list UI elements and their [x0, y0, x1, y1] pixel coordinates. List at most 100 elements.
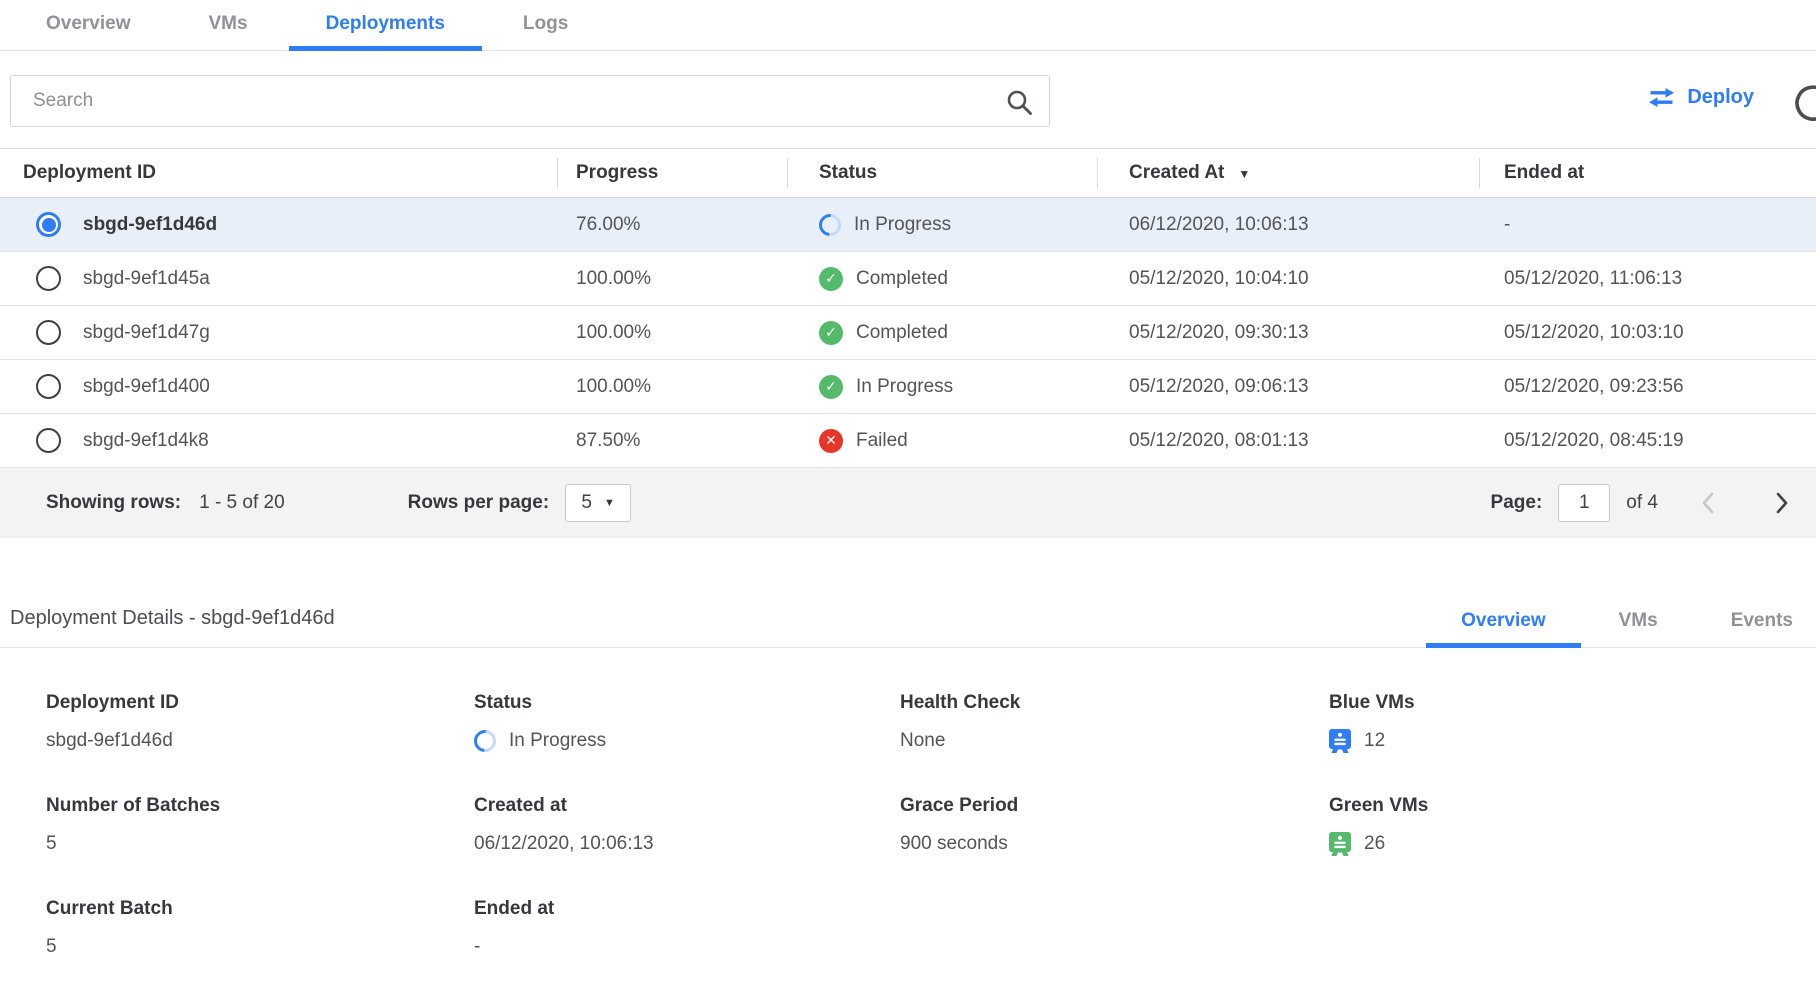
- row-radio[interactable]: [36, 428, 61, 453]
- details-grid: Deployment ID sbgd-9ef1d46dStatus In Progr…: [0, 692, 1816, 960]
- details-title: Deployment Details - sbgd-9ef1d46d: [10, 607, 335, 647]
- deployment-id: sbgd-9ef1d46d: [83, 214, 217, 236]
- deploy-button[interactable]: Deploy: [1648, 86, 1754, 109]
- details-tab-vms[interactable]: VMs: [1619, 610, 1658, 647]
- rows-per-page-value: 5: [581, 492, 592, 514]
- ended-at-value: 05/12/2020, 09:23:56: [1479, 376, 1816, 398]
- chevron-down-icon: ▼: [604, 497, 615, 509]
- tab-deployments[interactable]: Deployments: [289, 13, 482, 51]
- in-progress-spinner-icon: [815, 209, 846, 240]
- status-label: In Progress: [854, 214, 951, 236]
- detail-value: 26: [1364, 833, 1385, 855]
- next-page-icon[interactable]: [1774, 491, 1790, 515]
- tab-logs[interactable]: Logs: [523, 13, 568, 50]
- details-tab-bar: OverviewVMsEvents: [1461, 610, 1816, 647]
- detail-value: 12: [1364, 730, 1385, 752]
- created-at-value: 05/12/2020, 08:01:13: [1097, 430, 1479, 452]
- page-total: of 4: [1626, 492, 1658, 514]
- status-label: Completed: [856, 268, 948, 290]
- showing-rows-label: Showing rows:: [46, 492, 181, 514]
- status-label: In Progress: [856, 376, 953, 398]
- deployment-id: sbgd-9ef1d45a: [83, 268, 210, 290]
- detail-label: Blue VMs: [1329, 692, 1816, 714]
- sort-desc-icon: ▼: [1238, 167, 1250, 181]
- ended-at-value: 05/12/2020, 08:45:19: [1479, 430, 1816, 452]
- refresh-icon[interactable]: [1793, 82, 1816, 122]
- column-header-ended-at: Ended at: [1479, 162, 1816, 184]
- deployment-id: sbgd-9ef1d47g: [83, 322, 210, 344]
- green-vm-icon: [1329, 832, 1351, 857]
- row-radio[interactable]: [36, 266, 61, 291]
- column-header-progress: Progress: [557, 162, 787, 184]
- detail-field-current-batch: Current Batch 5: [46, 898, 474, 960]
- ended-at-value: -: [1479, 214, 1816, 236]
- detail-value: 5: [46, 833, 57, 855]
- progress-value: 87.50%: [557, 430, 787, 452]
- detail-value: 900 seconds: [900, 833, 1008, 855]
- top-tab-bar: Overview VMs Deployments Logs: [0, 0, 1816, 51]
- created-at-value: 06/12/2020, 10:06:13: [1097, 214, 1479, 236]
- failed-x-icon: ✕: [819, 429, 843, 453]
- table-row[interactable]: sbgd-9ef1d47g 100.00%✓Completed05/12/2020…: [0, 306, 1816, 360]
- detail-field-grace-period: Grace Period900 seconds: [900, 795, 1329, 857]
- details-tab-overview[interactable]: Overview: [1426, 610, 1581, 648]
- status-cell: ✓Completed: [787, 321, 1097, 345]
- detail-field-deployment-id: Deployment ID sbgd-9ef1d46d: [46, 692, 474, 754]
- table-row[interactable]: sbgd-9ef1d46d76.00%In Progress06/12/2020…: [0, 198, 1816, 252]
- detail-field-blue-vms: Blue VMs 12: [1329, 692, 1816, 754]
- status-label: Completed: [856, 322, 948, 344]
- detail-label: Number of Batches: [46, 795, 474, 817]
- created-at-value: 05/12/2020, 10:04:10: [1097, 268, 1479, 290]
- deployment-id-cell: sbgd-9ef1d47g: [0, 320, 557, 345]
- detail-value-row: 12: [1329, 728, 1816, 754]
- deployment-id-cell: sbgd-9ef1d45a: [0, 266, 557, 291]
- table-row[interactable]: sbgd-9ef1d400100.00%✓In Progress05/12/20…: [0, 360, 1816, 414]
- detail-label: Current Batch: [46, 898, 474, 920]
- row-radio[interactable]: [36, 320, 61, 345]
- detail-value-row: In Progress: [474, 728, 900, 754]
- row-radio[interactable]: [36, 374, 61, 399]
- table-header: Deployment ID Progress Status Created At…: [0, 148, 1816, 198]
- detail-label: Green VMs: [1329, 795, 1816, 817]
- detail-value-row: 5: [46, 934, 474, 960]
- search-box[interactable]: [10, 75, 1050, 127]
- detail-value: -: [474, 936, 480, 958]
- detail-field-status: Status In Progress: [474, 692, 900, 754]
- detail-value-row: None: [900, 728, 1329, 754]
- detail-value-row: 06/12/2020, 10:06:13: [474, 831, 900, 857]
- table-row[interactable]: sbgd-9ef1d4k887.50%✕Failed05/12/2020, 08…: [0, 414, 1816, 468]
- deployment-id-cell: sbgd-9ef1d400: [0, 374, 557, 399]
- table-body: sbgd-9ef1d46d76.00%In Progress06/12/2020…: [0, 198, 1816, 468]
- detail-field-number-of-batches: Number of Batches 5: [46, 795, 474, 857]
- detail-field-health-check: Health CheckNone: [900, 692, 1329, 754]
- table-row[interactable]: sbgd-9ef1d45a100.00%✓Completed05/12/2020…: [0, 252, 1816, 306]
- status-cell: ✓Completed: [787, 267, 1097, 291]
- deploy-arrows-icon: [1648, 87, 1675, 108]
- deployments-table: Deployment ID Progress Status Created At…: [0, 148, 1816, 538]
- column-header-created-at[interactable]: Created At▼: [1097, 162, 1479, 184]
- tab-overview[interactable]: Overview: [46, 13, 131, 50]
- deployment-id-cell: sbgd-9ef1d46d: [0, 212, 557, 237]
- detail-value: 5: [46, 936, 57, 958]
- tab-vms[interactable]: VMs: [209, 13, 248, 50]
- details-tab-events[interactable]: Events: [1731, 610, 1793, 647]
- ended-at-value: 05/12/2020, 11:06:13: [1479, 268, 1816, 290]
- detail-value-row: sbgd-9ef1d46d: [46, 728, 474, 754]
- progress-value: 100.00%: [557, 322, 787, 344]
- prev-page-icon[interactable]: [1700, 491, 1716, 515]
- blue-vm-icon: [1329, 729, 1351, 754]
- rows-per-page-select[interactable]: 5 ▼: [565, 484, 631, 522]
- detail-field-green-vms: Green VMs 26: [1329, 795, 1816, 857]
- status-cell: ✕Failed: [787, 429, 1097, 453]
- created-at-value: 05/12/2020, 09:06:13: [1097, 376, 1479, 398]
- rows-per-page-label: Rows per page:: [408, 492, 549, 514]
- detail-value: 06/12/2020, 10:06:13: [474, 833, 654, 855]
- created-at-value: 05/12/2020, 09:30:13: [1097, 322, 1479, 344]
- detail-label: Status: [474, 692, 900, 714]
- detail-label: Deployment ID: [46, 692, 474, 714]
- column-header-deployment-id: Deployment ID: [0, 162, 557, 184]
- page-input[interactable]: [1558, 484, 1610, 522]
- detail-field-ended-at: Ended at-: [474, 898, 900, 960]
- search-input[interactable]: [11, 76, 979, 126]
- row-radio[interactable]: [36, 212, 61, 237]
